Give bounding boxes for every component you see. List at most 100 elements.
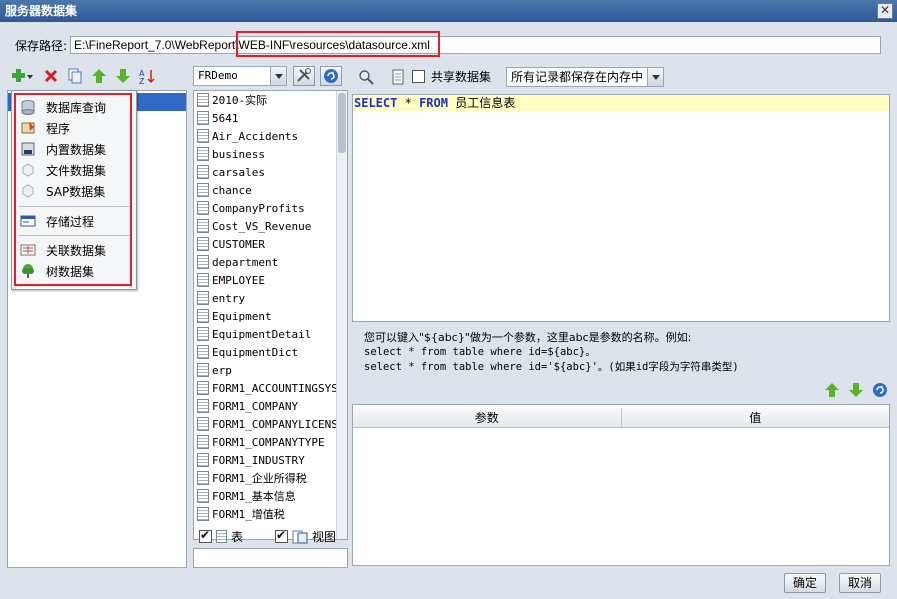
table-icon <box>197 183 209 197</box>
table-icon <box>197 507 209 521</box>
memory-mode-select[interactable]: 所有记录都保存在内存中 <box>506 67 664 87</box>
move-down-icon[interactable] <box>848 382 864 398</box>
table-list-item[interactable]: FORM1_基本信息 <box>194 487 347 505</box>
table-list-item[interactable]: department <box>194 253 347 271</box>
table-icon <box>197 129 209 143</box>
table-list-item[interactable]: FORM1_COMPANYTYPE <box>194 433 347 451</box>
add-icon[interactable] <box>10 67 33 85</box>
connection-select[interactable]: FRDemo <box>193 66 287 86</box>
sql-editor[interactable]: SELECT * FROM 员工信息表 <box>352 94 890 322</box>
connection-settings-button[interactable] <box>293 66 315 86</box>
table-list-item[interactable]: carsales <box>194 163 347 181</box>
copy-icon[interactable] <box>66 67 84 85</box>
table-icon <box>197 345 209 359</box>
table-name: CompanyProfits <box>212 201 305 215</box>
table-search-input[interactable] <box>193 548 348 568</box>
preview-icon[interactable] <box>358 69 374 85</box>
column-header-value[interactable]: 值 <box>622 408 890 427</box>
table-list-item[interactable]: FORM1_COMPANYLICENSE <box>194 415 347 433</box>
table-list-item[interactable]: Cost_VS_Revenue <box>194 217 347 235</box>
table-list-item[interactable]: FORM1_增值税 <box>194 505 347 523</box>
table-list-item[interactable]: 5641 <box>194 109 347 127</box>
chevron-down-icon[interactable] <box>647 68 663 86</box>
table-icon <box>197 165 209 179</box>
column-header-param[interactable]: 参数 <box>353 408 622 427</box>
move-up-icon[interactable] <box>824 382 840 398</box>
table-name: FORM1_INDUSTRY <box>212 453 305 467</box>
table-icon <box>197 93 209 107</box>
table-list-item[interactable]: FORM1_INDUSTRY <box>194 451 347 469</box>
table-list-item[interactable]: chance <box>194 181 347 199</box>
table-list[interactable]: 2010-实际 5641 Air_Accidents business carsales… <box>193 90 348 540</box>
table-list-item[interactable]: CompanyProfits <box>194 199 347 217</box>
sql-line[interactable]: SELECT * FROM 员工信息表 <box>353 95 889 111</box>
sort-icon[interactable]: AZ <box>138 67 156 86</box>
table-name: Air_Accidents <box>212 129 299 143</box>
table-filter-checks: 表 视图 <box>199 528 336 545</box>
page-icon[interactable] <box>390 69 406 85</box>
table-icon <box>197 291 209 305</box>
share-dataset-label: 共享数据集 <box>431 70 492 84</box>
connection-select-value: FRDemo <box>198 69 238 82</box>
table-list-item[interactable]: FORM1_企业所得税 <box>194 469 347 487</box>
table-name: EquipmentDetail <box>212 327 312 341</box>
table-name: carsales <box>212 165 265 179</box>
window-title: 服务器数据集 <box>5 4 78 18</box>
table-icon <box>197 417 209 431</box>
table-list-item[interactable]: business <box>194 145 347 163</box>
table-name: FORM1_COMPANY <box>212 399 299 413</box>
table-name: Cost_VS_Revenue <box>212 219 312 233</box>
table-list-item[interactable]: EquipmentDict <box>194 343 347 361</box>
table-icon <box>197 453 209 467</box>
tools-icon <box>297 68 311 82</box>
move-down-icon[interactable] <box>114 67 132 85</box>
table-list-item[interactable]: entry <box>194 289 347 307</box>
move-up-icon[interactable] <box>90 67 108 85</box>
parameter-table[interactable]: 参数 值 <box>352 404 890 566</box>
save-path-field[interactable]: E:\FineReport_7.0\WebReport\WEB-INF\reso… <box>70 36 881 54</box>
show-tables-checkbox[interactable] <box>199 528 212 543</box>
scrollbar-thumb[interactable] <box>338 93 346 153</box>
table-name: EMPLOYEE <box>212 273 265 287</box>
table-list-item[interactable]: Air_Accidents <box>194 127 347 145</box>
table-icon <box>197 147 209 161</box>
chevron-down-icon[interactable] <box>270 67 286 85</box>
ok-button[interactable]: 确定 <box>784 573 827 593</box>
table-list-item[interactable]: 2010-实际 <box>194 91 347 109</box>
hint-line-1: 您可以键入"${abc}"做为一个参数，这里abc是参数的名称。例如: <box>364 331 692 344</box>
table-list-item[interactable]: EquipmentDetail <box>194 325 347 343</box>
table-icon <box>197 111 209 125</box>
table-icon <box>197 399 209 413</box>
table-list-item[interactable]: erp <box>194 361 347 379</box>
close-icon[interactable]: ✕ <box>877 3 893 19</box>
table-icon <box>216 530 227 543</box>
table-name: FORM1_企业所得税 <box>212 472 307 485</box>
table-icon <box>197 489 209 503</box>
table-name: EquipmentDict <box>212 345 299 359</box>
table-list-item[interactable]: EMPLOYEE <box>194 271 347 289</box>
refresh-icon[interactable] <box>872 382 888 398</box>
table-icon <box>197 237 209 251</box>
param-toolbar <box>824 382 888 398</box>
delete-icon[interactable] <box>42 67 60 85</box>
table-icon <box>197 201 209 215</box>
hint-line-2: select * from table where id=${abc}。 <box>364 346 596 358</box>
window-titlebar: 服务器数据集 ✕ <box>0 0 897 22</box>
show-views-label: 视图 <box>312 530 337 544</box>
table-list-item[interactable]: CUSTOMER <box>194 235 347 253</box>
table-icon <box>197 327 209 341</box>
show-views-checkbox[interactable] <box>275 528 289 543</box>
table-name: business <box>212 147 265 161</box>
parameter-table-header: 参数 值 <box>353 408 889 428</box>
share-dataset-checkbox[interactable] <box>412 70 425 83</box>
database-browser: FRDemo 2010-实际 5641 Air_Accidents business c… <box>193 66 348 568</box>
show-tables-label: 表 <box>231 530 244 544</box>
parameter-hint: 您可以键入"${abc}"做为一个参数，这里abc是参数的名称。例如: sele… <box>364 330 739 375</box>
table-list-item[interactable]: FORM1_ACCOUNTINGSYS <box>194 379 347 397</box>
save-path-label: 保存路径: <box>15 39 68 53</box>
table-list-scrollbar[interactable] <box>336 91 347 539</box>
table-list-item[interactable]: Equipment <box>194 307 347 325</box>
cancel-button[interactable]: 取消 <box>839 573 882 593</box>
refresh-connection-button[interactable] <box>320 66 342 86</box>
table-list-item[interactable]: FORM1_COMPANY <box>194 397 347 415</box>
